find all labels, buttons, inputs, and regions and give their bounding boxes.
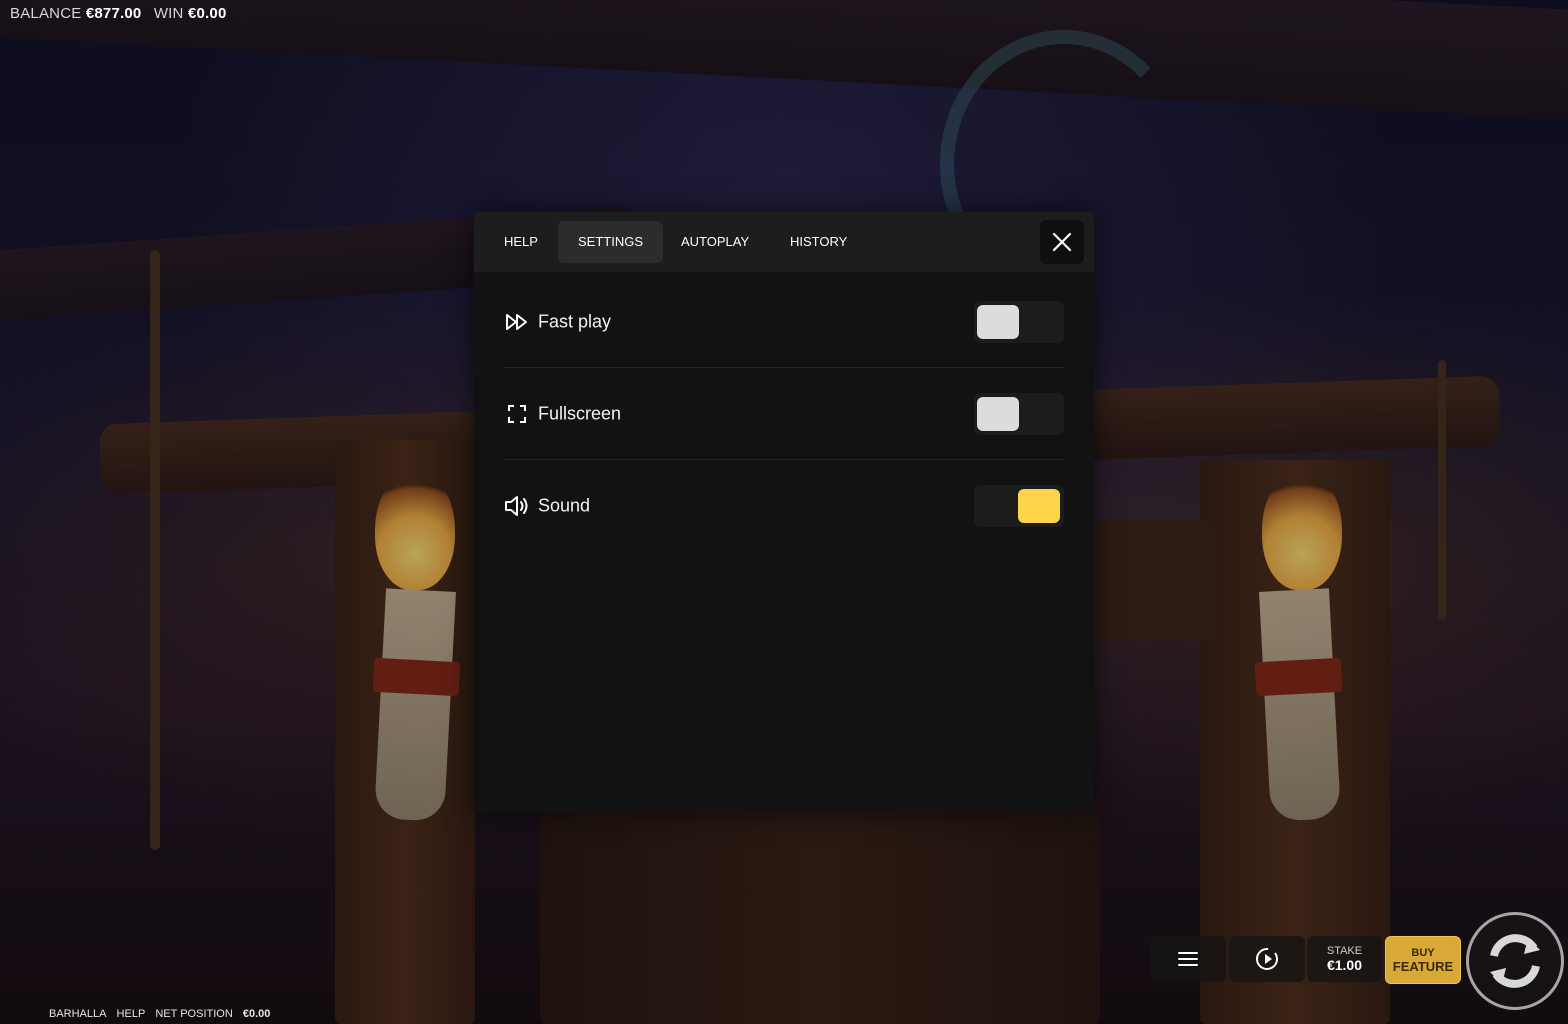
setting-row-sound: Sound bbox=[504, 460, 1064, 552]
spin-icon bbox=[1490, 934, 1540, 988]
balance-bar: BALANCE €877.00 WIN €0.00 bbox=[10, 5, 235, 22]
toggle-knob bbox=[977, 397, 1019, 431]
tab-autoplay[interactable]: AUTOPLAY bbox=[661, 221, 769, 263]
footer-bar: BARHALLA HELP NET POSITION €0.00 bbox=[49, 1008, 270, 1020]
sound-label: Sound bbox=[538, 495, 591, 516]
sound-toggle[interactable] bbox=[974, 485, 1064, 527]
autoplay-icon bbox=[1256, 948, 1278, 970]
spin-button[interactable] bbox=[1466, 912, 1564, 1010]
toggle-knob bbox=[1018, 489, 1060, 523]
tab-history[interactable]: HISTORY bbox=[770, 221, 867, 263]
fullscreen-label: Fullscreen bbox=[538, 403, 622, 424]
buy-label: BUY bbox=[1411, 946, 1435, 959]
setting-row-fast-play: Fast play bbox=[504, 276, 1064, 368]
hamburger-menu-icon bbox=[1178, 952, 1198, 966]
setting-row-fullscreen: Fullscreen bbox=[504, 368, 1064, 460]
tab-settings[interactable]: SETTINGS bbox=[558, 221, 664, 263]
balance-value: €877.00 bbox=[85, 5, 142, 22]
buy-feature-button[interactable]: BUY FEATURE bbox=[1385, 936, 1461, 984]
stake-button[interactable]: STAKE €1.00 bbox=[1307, 936, 1382, 982]
close-button[interactable] bbox=[1040, 220, 1084, 264]
stake-label: STAKE bbox=[1326, 945, 1363, 957]
win-label: WIN bbox=[153, 5, 184, 22]
game-name: BARHALLA bbox=[49, 1008, 107, 1020]
toggle-knob bbox=[977, 305, 1019, 339]
autoplay-button[interactable] bbox=[1229, 936, 1305, 982]
modal-tab-bar: HELP SETTINGS AUTOPLAY HISTORY bbox=[474, 212, 1094, 272]
speaker-icon bbox=[504, 493, 530, 519]
balance-label: BALANCE bbox=[10, 5, 82, 22]
stake-value: €1.00 bbox=[1326, 957, 1363, 973]
fast-play-label: Fast play bbox=[538, 311, 612, 332]
fullscreen-toggle[interactable] bbox=[974, 393, 1064, 435]
win-value: €0.00 bbox=[187, 5, 227, 22]
net-position-value: €0.00 bbox=[242, 1008, 271, 1020]
close-icon bbox=[1052, 232, 1072, 252]
fullscreen-icon bbox=[504, 401, 530, 427]
tab-help[interactable]: HELP bbox=[484, 221, 558, 263]
fast-forward-icon bbox=[504, 309, 530, 335]
menu-button[interactable] bbox=[1150, 936, 1226, 982]
footer-help-link[interactable]: HELP bbox=[117, 1008, 146, 1020]
buy-feature-label: FEATURE bbox=[1392, 958, 1454, 974]
settings-modal: HELP SETTINGS AUTOPLAY HISTORY Fast play… bbox=[474, 212, 1094, 812]
net-position-label: NET POSITION bbox=[155, 1008, 233, 1020]
fast-play-toggle[interactable] bbox=[974, 301, 1064, 343]
